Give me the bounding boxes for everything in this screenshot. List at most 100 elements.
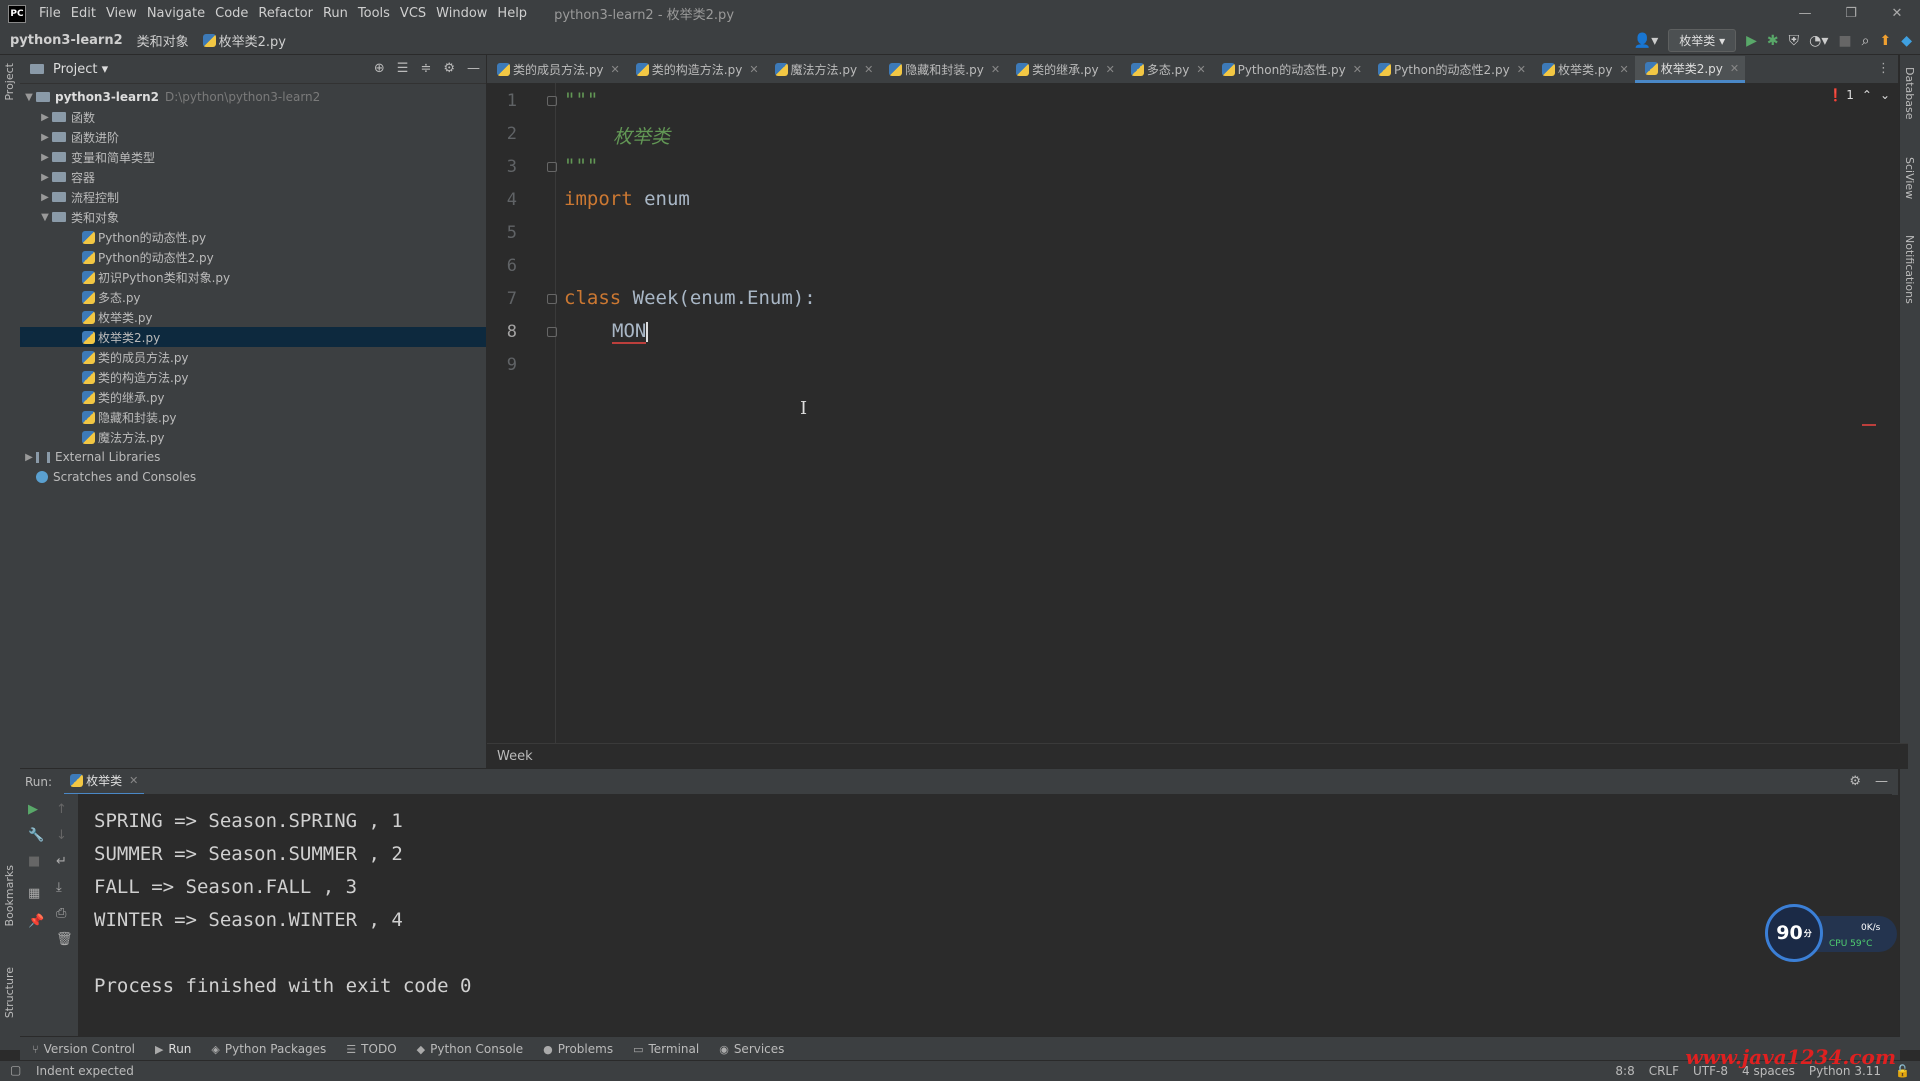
tree-file-selected[interactable]: 枚举类2.py [20,327,486,347]
close-tab-icon[interactable]: ✕ [1619,63,1628,76]
close-tab-icon[interactable]: ✕ [1353,63,1362,76]
close-tab-icon[interactable]: ✕ [1730,62,1739,75]
more-tabs-icon[interactable]: ⋮ [1877,61,1890,76]
problems-button[interactable]: ● Problems [543,1042,613,1056]
layout-icon[interactable]: ▦ [28,886,40,901]
tree-external-libraries[interactable]: ▶ External Libraries [20,447,486,467]
soft-wrap-icon[interactable]: ↵ [56,854,67,869]
fold-icon[interactable] [547,327,557,337]
coverage-icon[interactable]: ⛨ [1789,33,1800,49]
rerun-icon[interactable]: ▶ [28,802,38,817]
tree-file[interactable]: 初识Python类和对象.py [20,267,486,287]
editor-tab[interactable]: Python的动态性.py ✕ [1212,56,1368,83]
structure-tool-button[interactable]: Structure [3,967,16,1018]
version-control-button[interactable]: ⑂ Version Control [32,1042,135,1056]
pin-icon[interactable]: 📌 [28,914,44,929]
menu-tools[interactable]: Tools [353,6,395,21]
update-icon[interactable]: ⬆ [1879,33,1891,49]
tree-file[interactable]: 隐藏和封装.py [20,407,486,427]
tree-folder[interactable]: ▶ 容器 [20,167,486,187]
chevron-right-icon[interactable]: ▶ [22,452,36,463]
editor-tab[interactable]: 枚举类.py ✕ [1532,56,1635,83]
close-tab-icon[interactable]: ✕ [749,63,758,76]
tree-file[interactable]: 类的继承.py [20,387,486,407]
menu-navigate[interactable]: Navigate [142,6,210,21]
restore-button[interactable]: ❐ [1828,0,1874,27]
close-tab-icon[interactable]: ✕ [129,774,138,787]
terminal-button[interactable]: ▭ Terminal [633,1042,699,1056]
close-tab-icon[interactable]: ✕ [1517,63,1526,76]
gear-icon[interactable]: ⚙ [1849,774,1861,789]
close-tab-icon[interactable]: ✕ [1106,63,1115,76]
breadcrumb-file[interactable]: 枚举类2.py [193,31,290,50]
editor-tab-active[interactable]: 枚举类2.py ✕ [1634,56,1746,83]
code-editor[interactable]: 1 2 3 4 5 6 7 8 9 """ 枚举类 """ import enu… [487,83,1898,743]
error-stripe-mark[interactable] [1862,424,1876,426]
wrench-icon[interactable]: 🔧 [28,828,44,843]
run-icon[interactable]: ▶ [1746,33,1757,49]
fold-icon[interactable] [547,294,557,304]
tree-folder[interactable]: ▶ 变量和简单类型 [20,147,486,167]
editor-tab[interactable]: 多态.py ✕ [1121,56,1212,83]
python-packages-button[interactable]: ◈ Python Packages [211,1042,326,1056]
stop-icon[interactable]: ■ [28,854,40,869]
project-tool-button[interactable]: Project [3,63,16,101]
minimize-button[interactable]: — [1782,0,1828,27]
tree-file[interactable]: 多态.py [20,287,486,307]
run-console-output[interactable]: SPRING => Season.SPRING , 1 SUMMER => Se… [78,794,1892,1036]
run-tab[interactable]: 枚举类 ✕ [64,769,145,796]
chevron-right-icon[interactable]: ▶ [38,132,52,143]
breadcrumb-project[interactable]: python3-learn2 [0,33,127,48]
profile-icon[interactable]: ◔▾ [1809,33,1828,49]
expand-all-icon[interactable]: ☰ [397,61,409,76]
tree-root[interactable]: ▼ python3-learn2 D:\python\python3-learn… [20,87,486,107]
editor-tab[interactable]: 类的构造方法.py ✕ [626,56,765,83]
arrow-up-icon[interactable]: ↑ [56,802,67,817]
editor-tab[interactable]: 隐藏和封装.py ✕ [879,56,1006,83]
tree-scratches[interactable]: Scratches and Consoles [20,467,486,487]
menu-file[interactable]: File [34,6,66,21]
editor-tab[interactable]: 魔法方法.py ✕ [765,56,880,83]
menu-refactor[interactable]: Refactor [253,6,318,21]
caret-position[interactable]: 8:8 [1615,1064,1634,1078]
tree-file[interactable]: 类的构造方法.py [20,367,486,387]
close-window-button[interactable]: ✕ [1874,0,1920,27]
run-configuration-select[interactable]: 枚举类 ▾ [1668,29,1737,52]
tree-folder[interactable]: ▶ 函数 [20,107,486,127]
tree-folder[interactable]: ▶ 函数进阶 [20,127,486,147]
tree-file[interactable]: 魔法方法.py [20,427,486,447]
close-tab-icon[interactable]: ✕ [1196,63,1205,76]
services-button[interactable]: ◉ Services [719,1042,784,1056]
gear-icon[interactable]: ⚙ [443,61,455,76]
collapse-all-icon[interactable]: ≑ [420,61,431,76]
debug-icon[interactable]: ✱ [1767,33,1779,49]
notifications-tool-button[interactable]: Notifications [1903,235,1916,304]
sciview-tool-button[interactable]: SciView [1903,157,1916,199]
chevron-right-icon[interactable]: ▶ [38,172,52,183]
fold-icon[interactable] [547,96,557,106]
system-monitor-widget[interactable]: 90 分 0K/s CPU 59°C [1765,904,1900,966]
editor-tab[interactable]: 类的成员方法.py ✕ [487,56,626,83]
chevron-right-icon[interactable]: ▶ [38,152,52,163]
menu-edit[interactable]: Edit [66,6,101,21]
run-tool-button[interactable]: ▶ Run [155,1042,191,1056]
locate-icon[interactable]: ⊕ [374,61,385,76]
arrow-down-icon[interactable]: ↓ [56,828,67,843]
tree-file[interactable]: 类的成员方法.py [20,347,486,367]
line-separator[interactable]: CRLF [1649,1064,1679,1078]
tree-folder[interactable]: ▶ 流程控制 [20,187,486,207]
tree-folder-open[interactable]: ▼ 类和对象 [20,207,486,227]
editor-breadcrumb[interactable]: Week [487,743,1908,769]
chevron-down-icon[interactable]: ⌄ [1880,88,1890,102]
scroll-to-end-icon[interactable]: ⤓ [56,880,62,895]
database-tool-button[interactable]: Database [1903,67,1916,120]
python-console-button[interactable]: ◆ Python Console [417,1042,524,1056]
close-tab-icon[interactable]: ✕ [611,63,620,76]
trash-icon[interactable]: 🗑 [56,932,73,947]
lock-icon[interactable]: 🔓 [1895,1064,1910,1078]
print-icon[interactable]: ⎙ [56,906,66,921]
editor-tab[interactable]: 类的继承.py ✕ [1006,56,1121,83]
chevron-up-icon[interactable]: ⌃ [1862,88,1872,102]
menu-vcs[interactable]: VCS [395,6,431,21]
stop-icon[interactable]: ■ [1838,33,1851,49]
